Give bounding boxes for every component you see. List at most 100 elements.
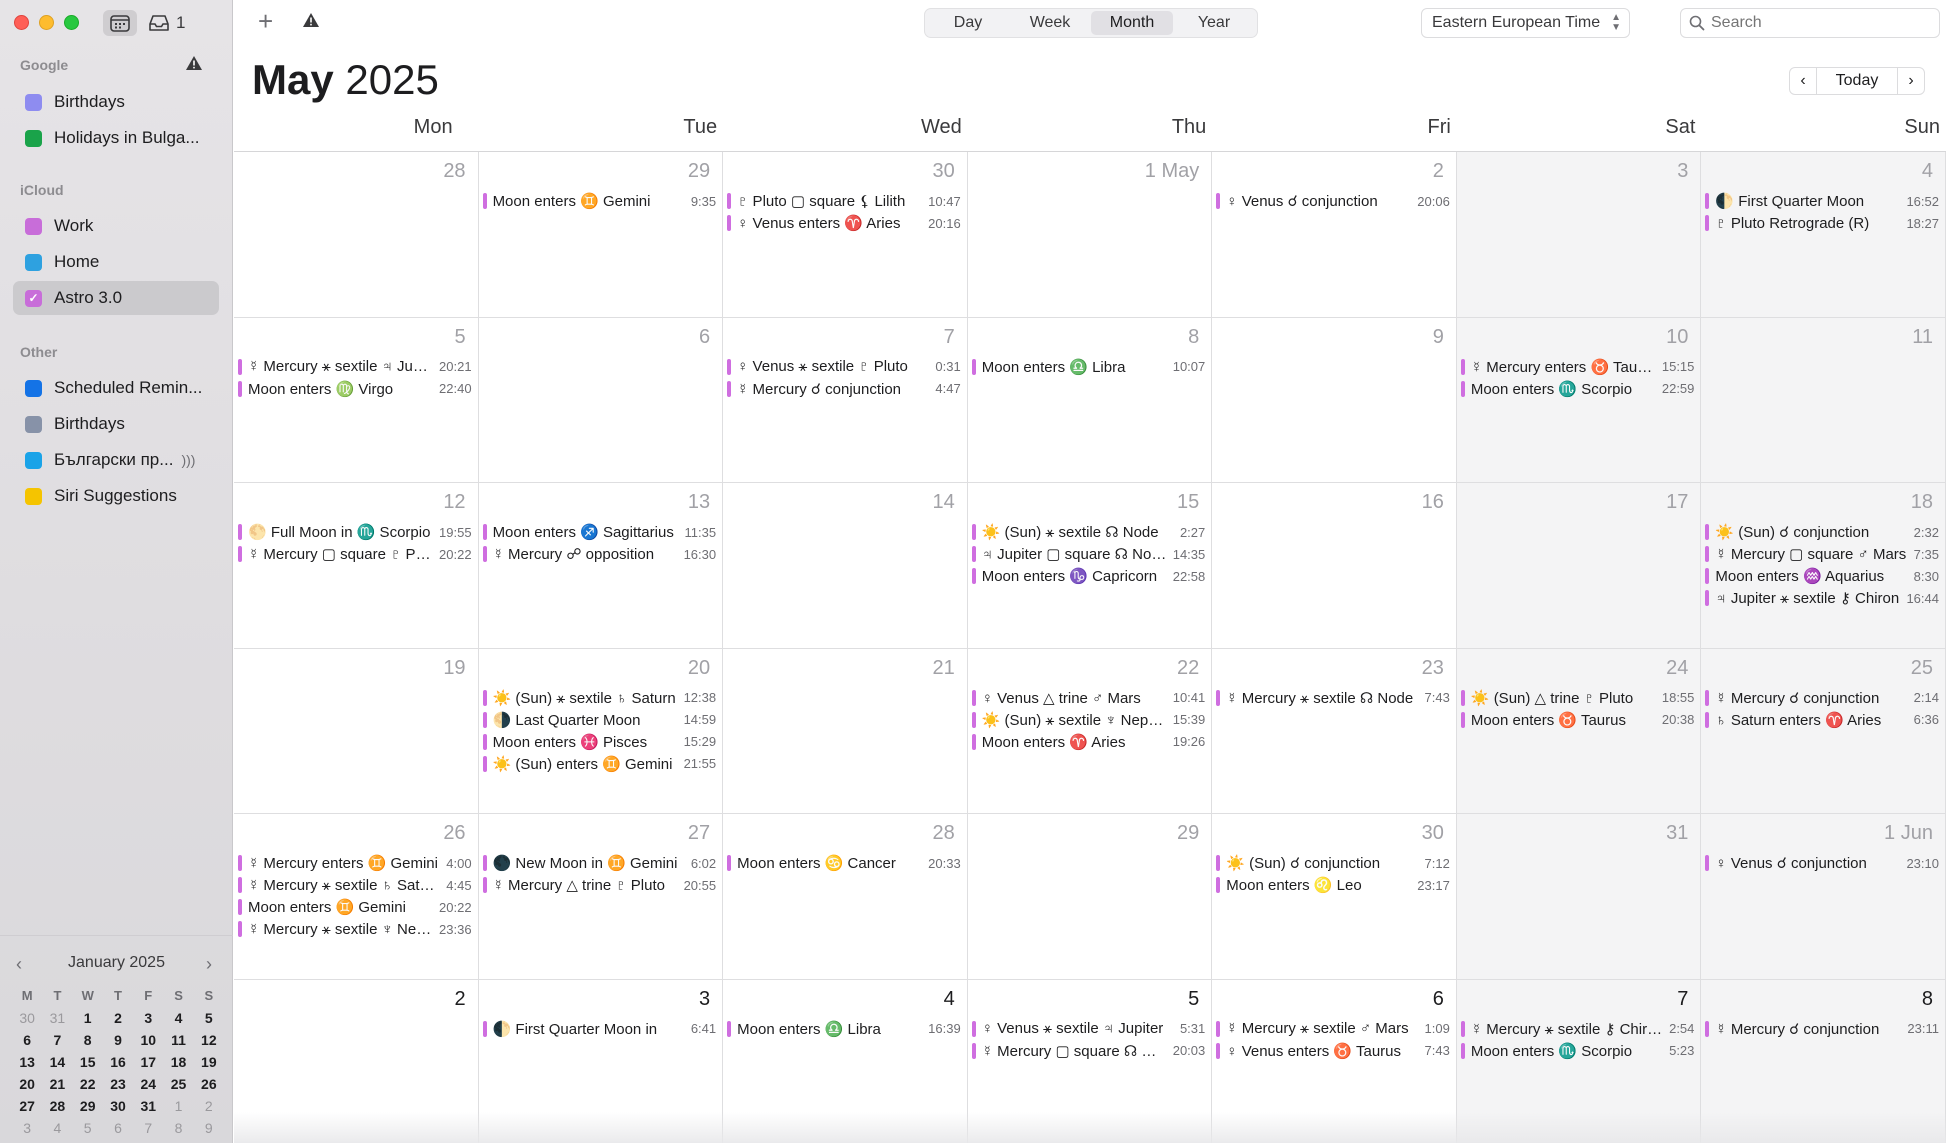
mini-calendar-day[interactable]: 31 (42, 1007, 72, 1029)
day-cell[interactable]: 18 ☀️ (Sun) ☌ conjunction 2:32 ☿ Mercury ▢ … (1701, 483, 1946, 649)
mini-calendar-day[interactable]: 6 (12, 1029, 42, 1051)
sidebar-item-work[interactable]: Work (13, 209, 219, 243)
calendar-event[interactable]: ☿ Mercury ⚹ sextile ♄ Saturn 4:45 (238, 874, 472, 896)
calendar-event[interactable]: ☀️ (Sun) ⚹ sextile ♄ Saturn 12:38 (482, 687, 716, 709)
calendar-event[interactable]: ☿ Mercury ☍ opposition 16:30 (482, 543, 716, 565)
warning-icon[interactable] (185, 55, 203, 71)
mini-calendar-day[interactable]: 30 (12, 1007, 42, 1029)
calendar-event[interactable]: ☿ Mercury ⚹ sextile ☊ Node 7:43 (1216, 687, 1450, 709)
calendar-event[interactable]: ☿ Mercury ☌ conjunction 23:11 (1705, 1018, 1939, 1040)
mini-calendar-day[interactable]: 2 (103, 1007, 133, 1029)
mini-calendar-day[interactable]: 31 (133, 1095, 163, 1117)
calendar-event[interactable]: ☿ Mercury ☌ conjunction 2:14 (1705, 687, 1939, 709)
day-cell[interactable]: 14 (723, 483, 968, 649)
calendar-event[interactable]: ☀️ (Sun) ☌ conjunction 7:12 (1216, 852, 1450, 874)
day-cell[interactable]: 28 (234, 152, 479, 318)
mini-calendar-day[interactable]: 19 (194, 1051, 224, 1073)
calendar-event[interactable]: ♃ Jupiter ⚹ sextile ⚷ Chiron 16:44 (1705, 587, 1939, 609)
calendar-event[interactable]: ☿ Mercury ▢ square ♂ Mars 7:35 (1705, 543, 1939, 565)
day-cell[interactable]: 15 ☀️ (Sun) ⚹ sextile ☊ Node 2:27 ♃ Jupiter… (967, 483, 1213, 649)
calendar-color-checkbox[interactable] (25, 415, 42, 433)
calendar-event[interactable]: ☿ Mercury ⚹ sextile ♆ Neptune 23:36 (238, 918, 472, 940)
calendar-color-checkbox[interactable] (25, 379, 42, 397)
calendar-event[interactable]: Moon enters ♒️ Aquarius 8:30 (1705, 565, 1939, 587)
day-cell[interactable]: 25 ☿ Mercury ☌ conjunction 2:14 ♄ Saturn en… (1701, 648, 1946, 814)
calendar-event[interactable]: ☿ Mercury ⚹ sextile ♃ Jupiter 20:21 (238, 356, 472, 378)
mini-calendar-day[interactable]: 17 (133, 1051, 163, 1073)
sidebar-item-siri-suggestions[interactable]: Siri Suggestions (13, 479, 219, 513)
calendar-event[interactable]: Moon enters ♊️ Gemini 20:22 (238, 896, 472, 918)
calendar-color-checkbox[interactable] (25, 253, 42, 271)
search-field[interactable] (1680, 8, 1940, 38)
calendar-event[interactable]: ♀ Venus enters ♉️ Taurus 7:43 (1216, 1040, 1450, 1062)
calendar-event[interactable]: ♀ Venus ⚹ sextile ♃ Jupiter 5:31 (971, 1018, 1205, 1040)
sidebar-item-other-birthdays[interactable]: Birthdays (13, 407, 219, 441)
calendar-event[interactable]: Moon enters ♌️ Leo 23:17 (1216, 874, 1450, 896)
calendar-event[interactable]: Moon enters ♉️ Taurus 20:38 (1460, 709, 1694, 731)
day-cell[interactable]: 12 🌕 Full Moon in ♏️ Scorpio 19:55 ☿ Mercur… (234, 483, 479, 649)
day-cell[interactable]: 1 Jun ♀ Venus ☌ conjunction 23:10 (1701, 814, 1946, 980)
mini-calendar-day[interactable]: 5 (194, 1007, 224, 1029)
calendar-event[interactable]: ☿ Mercury ▢ square ☊ Node 20:03 (971, 1040, 1205, 1062)
mini-calendar-day[interactable]: 2 (194, 1095, 224, 1117)
calendar-event[interactable]: Moon enters ♐️ Sagittarius 11:35 (482, 521, 716, 543)
timezone-select[interactable]: Eastern European Time ▲ ▼ (1421, 8, 1630, 38)
calendar-event[interactable]: Moon enters ♏️ Scorpio 22:59 (1460, 378, 1694, 400)
calendar-event[interactable]: ♄ Saturn enters ♈️ Aries 6:36 (1705, 709, 1939, 731)
calendar-event[interactable]: 🌓 First Quarter Moon 16:52 (1705, 190, 1939, 212)
calendar-event[interactable]: ♃ Jupiter ▢ square ☊ Node 14:35 (971, 543, 1205, 565)
calendar-color-checkbox[interactable] (25, 217, 42, 235)
sidebar-item-bulgarian-holidays[interactable]: Български пр...))) (13, 443, 219, 477)
mini-calendar-day[interactable]: 13 (12, 1051, 42, 1073)
sidebar-item-home[interactable]: Home (13, 245, 219, 279)
mini-calendar-day[interactable]: 4 (42, 1117, 72, 1139)
mini-calendar-day[interactable]: 28 (42, 1095, 72, 1117)
calendar-event[interactable]: Moon enters ♎️ Libra 10:07 (971, 356, 1205, 378)
warning-icon[interactable] (302, 12, 320, 28)
mini-calendar-day[interactable]: 23 (103, 1073, 133, 1095)
mini-calendar-day[interactable]: 7 (42, 1029, 72, 1051)
mini-calendar-day[interactable]: 9 (103, 1029, 133, 1051)
calendar-event[interactable]: ♀ Venus ☌ conjunction 20:06 (1216, 190, 1450, 212)
mini-calendar-day[interactable]: 14 (42, 1051, 72, 1073)
mini-calendar-day[interactable]: 4 (163, 1007, 193, 1029)
mini-calendar-day[interactable]: 22 (73, 1073, 103, 1095)
day-cell[interactable]: 6 (478, 317, 724, 483)
calendar-event[interactable]: ♀ Venus ⚹ sextile ♇ Pluto 0:31 (727, 356, 961, 378)
day-cell[interactable]: 31 (1456, 814, 1702, 980)
mini-calendar-day[interactable]: 1 (163, 1095, 193, 1117)
mini-calendar-day[interactable]: 5 (73, 1117, 103, 1139)
day-cell[interactable]: 22 ♀ Venus △ trine ♂ Mars 10:41 ☀️ (Sun) ⚹ … (967, 648, 1213, 814)
mini-calendar-day[interactable]: 11 (163, 1029, 193, 1051)
day-cell[interactable]: 4 🌓 First Quarter Moon 16:52 ♇ Pluto Retrog… (1701, 152, 1946, 318)
calendar-event[interactable]: Moon enters ♎️ Libra 16:39 (727, 1018, 961, 1040)
calendar-list-toggle-button[interactable] (103, 10, 137, 36)
calendar-color-checkbox-checked[interactable]: ✓ (25, 289, 42, 307)
day-cell[interactable]: 30 ♇ Pluto ▢ square ⚸ Lilith 10:47 ♀ Venus … (723, 152, 968, 318)
mini-calendar-day[interactable]: 3 (12, 1117, 42, 1139)
view-year-tab[interactable]: Year (1173, 11, 1255, 35)
day-cell[interactable]: 3 (1456, 152, 1702, 318)
calendar-event[interactable]: Moon enters ♑️ Capricorn 22:58 (971, 565, 1205, 587)
calendar-event[interactable]: Moon enters ♋️ Cancer 20:33 (727, 852, 961, 874)
sidebar-item-astro[interactable]: ✓ Astro 3.0 (13, 281, 219, 315)
calendar-event[interactable]: ☀️ (Sun) ☌ conjunction 2:32 (1705, 521, 1939, 543)
day-cell[interactable]: 7 ♀ Venus ⚹ sextile ♇ Pluto 0:31 ☿ Mercury … (723, 317, 968, 483)
add-event-button[interactable]: + (258, 8, 273, 34)
calendar-event[interactable]: ☿ Mercury △ trine ♇ Pluto 20:55 (482, 874, 716, 896)
mini-calendar-day[interactable]: 12 (194, 1029, 224, 1051)
day-cell[interactable]: 13 Moon enters ♐️ Sagittarius 11:35 ☿ Mercu… (478, 483, 724, 649)
calendar-event[interactable]: ♇ Pluto ▢ square ⚸ Lilith 10:47 (727, 190, 961, 212)
today-button[interactable]: Today (1817, 67, 1897, 95)
mini-calendar-day[interactable]: 24 (133, 1073, 163, 1095)
calendar-event[interactable]: ♀ Venus enters ♈️ Aries 20:16 (727, 212, 961, 234)
day-cell[interactable]: 27 🌑 New Moon in ♊️ Gemini 6:02 ☿ Mercury △… (478, 814, 724, 980)
calendar-event[interactable]: ☀️ (Sun) △ trine ♇ Pluto 18:55 (1460, 687, 1694, 709)
next-month-button[interactable]: › (1897, 67, 1925, 95)
calendar-event[interactable]: ☀️ (Sun) ⚹ sextile ♆ Neptune 15:39 (971, 709, 1205, 731)
day-cell[interactable]: 29 Moon enters ♊️ Gemini 9:35 (478, 152, 724, 318)
mini-calendar-day[interactable]: 25 (163, 1073, 193, 1095)
inbox-button[interactable]: 1 (148, 11, 185, 35)
sidebar-item-google-birthdays[interactable]: Birthdays (13, 85, 219, 119)
mini-calendar-day[interactable]: 21 (42, 1073, 72, 1095)
